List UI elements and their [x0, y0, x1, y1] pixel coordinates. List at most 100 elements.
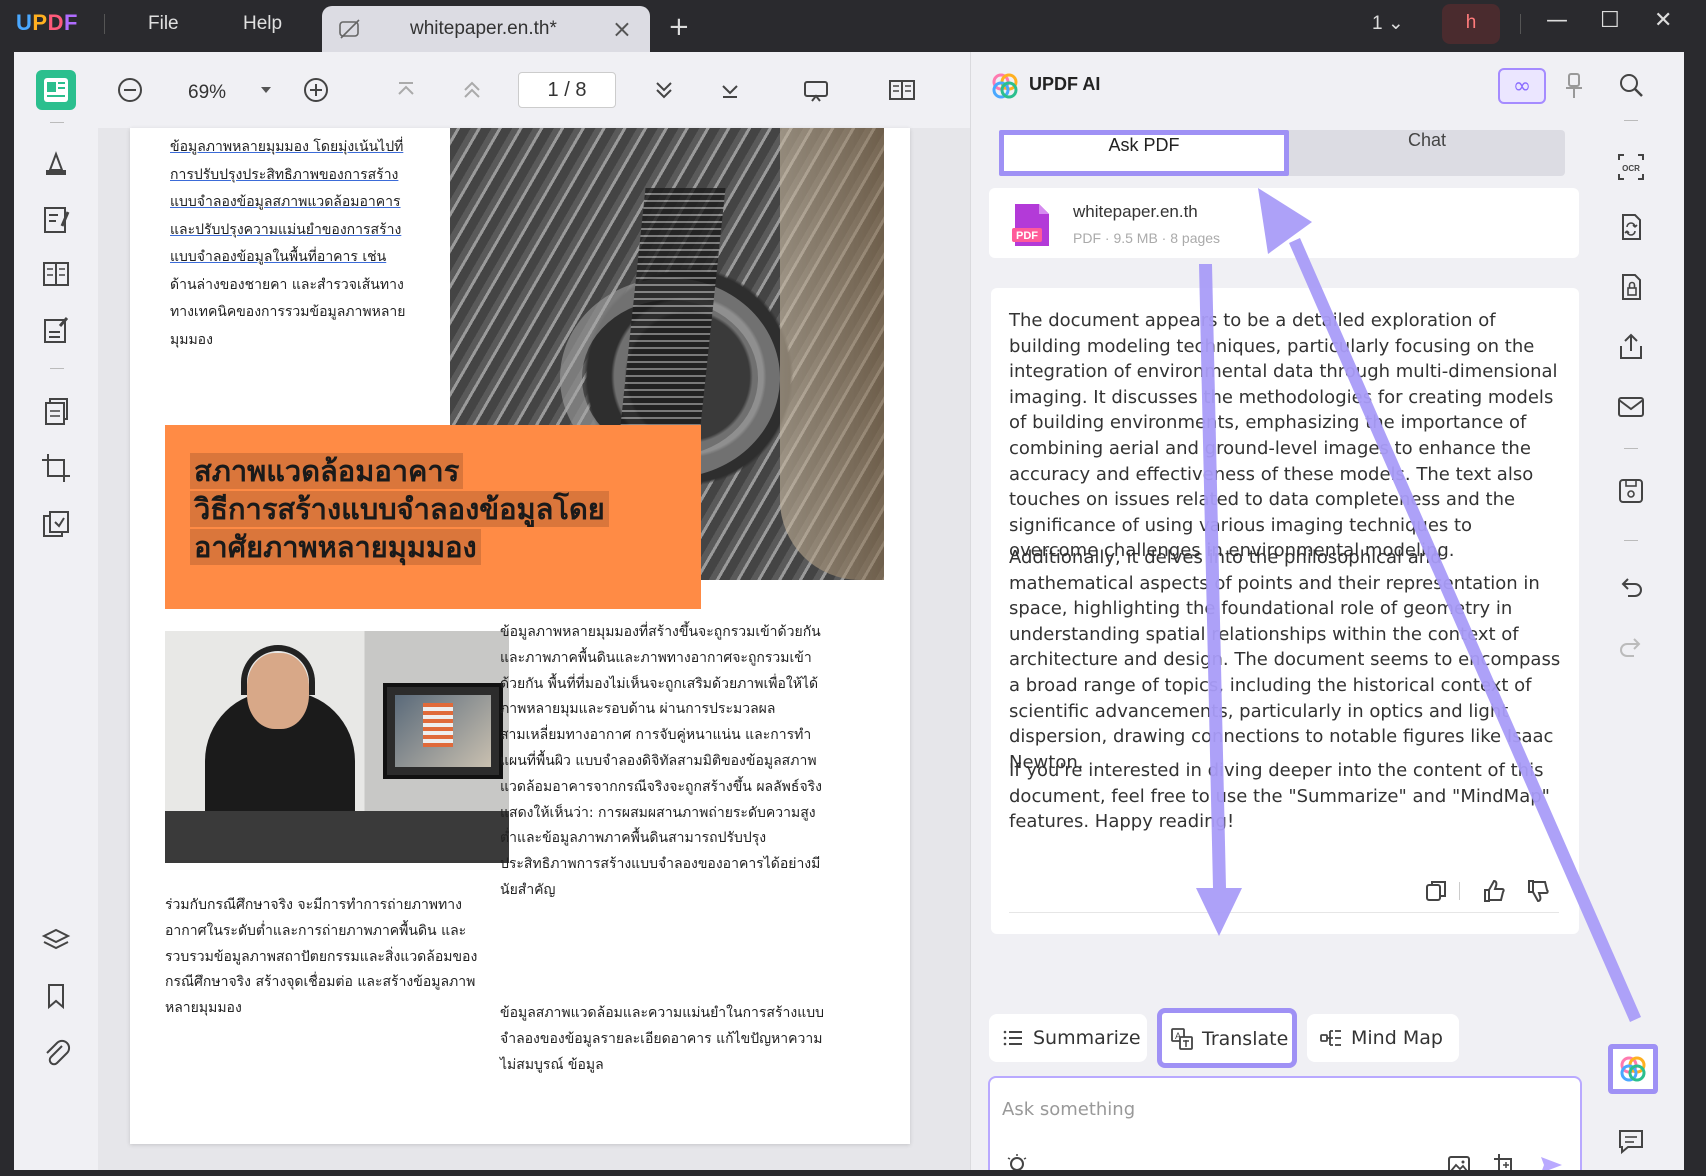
user-avatar[interactable]: h [1442, 4, 1500, 44]
layers-button[interactable] [36, 920, 76, 960]
menu-help[interactable]: Help [243, 13, 282, 35]
paperclip-icon [46, 1039, 71, 1066]
body-paragraph-bottom: ข้อมูลสภาพแวดล้อมและความแม่นยำในการสร้าง… [500, 1005, 824, 1073]
ocr-icon[interactable]: OCR [1616, 152, 1646, 182]
copy-icon[interactable] [1423, 878, 1449, 904]
document-tab[interactable]: whitepaper.en.th* × [322, 6, 650, 52]
pages-icon [45, 398, 68, 425]
file-name: whitepaper.en.th [1073, 202, 1198, 221]
file-card[interactable]: PDF whitepaper.en.th PDF · 9.5 MB · 8 pa… [989, 188, 1579, 258]
tab-close-icon[interactable]: × [612, 15, 632, 43]
pdf-page: ข้อมูลภาพหลายมุมมอง โดยมุ่งเน้นไปที่ การ… [130, 128, 910, 1144]
mail-icon[interactable] [1616, 392, 1646, 422]
tab-ask-pdf[interactable]: Ask PDF [999, 130, 1289, 176]
minimize-button[interactable]: — [1546, 8, 1568, 33]
ai-panel: UPDF AI ∞ Ask PDF Chat PDF whitepaper.en… [971, 52, 1588, 1176]
edit-text-icon [44, 207, 70, 233]
undo-icon[interactable] [1616, 572, 1646, 602]
file-meta: PDF · 9.5 MB · 8 pages [1073, 230, 1221, 246]
convert-icon[interactable] [1616, 212, 1646, 242]
pdf-tools-button[interactable] [36, 504, 76, 544]
new-tab-button[interactable]: + [668, 12, 690, 42]
document-toolbar: 69% 1 / 8 [98, 52, 970, 128]
thumbs-down-icon[interactable] [1525, 878, 1551, 904]
title-separator [104, 14, 105, 34]
answer-paragraph-1: The document appears to be a detailed ex… [1009, 310, 1558, 562]
search-icon[interactable] [1616, 70, 1646, 100]
crop-pages-button[interactable] [36, 448, 76, 488]
page-layout-icon[interactable] [886, 74, 918, 106]
window-count-dropdown[interactable]: 1 ⌄ [1372, 12, 1404, 35]
section-heading-box: สภาพแวดล้อมอาคาร วิธีการสร้างแบบจำลองข้อ… [165, 425, 701, 609]
menu-file[interactable]: File [148, 13, 179, 35]
summarize-button[interactable]: Summarize [989, 1014, 1147, 1062]
crop-icon [42, 454, 70, 482]
title-bar: UPDF File Help whitepaper.en.th* × + 1 ⌄… [0, 0, 1706, 52]
save-icon[interactable] [1616, 476, 1646, 506]
answer-paragraph-3: If you're interested in diving deeper in… [1009, 760, 1550, 833]
ask-input-box [988, 1076, 1582, 1176]
updf-logo: UPDF [16, 10, 78, 35]
organize-pages-button[interactable] [36, 392, 76, 432]
updf-ai-button[interactable] [1608, 1044, 1658, 1094]
next-page-icon[interactable] [648, 74, 680, 106]
ai-mode-tabs: Ask PDF Chat [999, 130, 1565, 176]
comment-list-icon[interactable] [1616, 1126, 1646, 1156]
translate-button[interactable]: A Translate [1157, 1008, 1297, 1068]
mind-map-icon [1320, 1030, 1341, 1046]
fill-sign-button[interactable] [36, 310, 76, 350]
first-page-icon[interactable] [390, 74, 422, 106]
zoom-dropdown-icon[interactable] [250, 74, 282, 106]
attachments-button[interactable] [36, 1032, 76, 1072]
heading-line-3: อาศัยภาพหลายมุมมอง [190, 529, 481, 565]
tab-chat[interactable]: Chat [1289, 130, 1565, 176]
body-paragraph-left: ร่วมกับกรณีศึกษาจริง จะมีการทำการถ่ายภาพ… [165, 897, 478, 1017]
comment-tool-button[interactable] [36, 144, 76, 184]
infinity-icon: ∞ [1512, 74, 1532, 99]
edit-off-icon [339, 19, 360, 39]
stack-icon [43, 511, 69, 537]
designer-photo [165, 631, 509, 863]
page-view-button[interactable] [36, 254, 76, 294]
pdf-file-icon: PDF [1012, 204, 1049, 246]
zoom-level[interactable]: 69% [188, 82, 226, 104]
ask-input[interactable] [1002, 1094, 1562, 1124]
reader-mode-button[interactable] [36, 70, 76, 110]
svg-text:OCR: OCR [1622, 164, 1640, 173]
page-number-input[interactable]: 1 / 8 [518, 72, 616, 108]
left-tool-sidebar [14, 52, 98, 1174]
title-separator [1520, 14, 1521, 34]
two-column-icon [43, 262, 69, 286]
presentation-icon[interactable] [800, 74, 832, 106]
bookmark-icon [48, 984, 64, 1010]
svg-text:PDF: PDF [1016, 230, 1038, 242]
ai-mode-button[interactable]: ∞ [1498, 68, 1546, 104]
bookmarks-button[interactable] [36, 976, 76, 1016]
layers-icon [41, 928, 71, 950]
answer-actions [991, 870, 1579, 910]
zoom-out-icon[interactable] [114, 74, 146, 106]
tab-title: whitepaper.en.th* [410, 18, 557, 39]
thumbs-up-icon[interactable] [1481, 878, 1507, 904]
right-tool-sidebar: OCR [1588, 52, 1684, 1174]
maximize-button[interactable]: ☐ [1600, 8, 1620, 33]
pin-icon[interactable] [1563, 72, 1585, 100]
close-window-button[interactable]: ✕ [1654, 8, 1672, 33]
share-icon[interactable] [1616, 332, 1646, 362]
translate-icon: A [1171, 1028, 1193, 1050]
redo-icon[interactable] [1616, 632, 1646, 662]
updf-ai-icon [1620, 1056, 1646, 1082]
last-page-icon[interactable] [714, 74, 746, 106]
body-paragraph-right: ข้อมูลภาพหลายมุมมองที่สร้างขึ้นจะถูกรวมเ… [500, 624, 823, 898]
reader-icon [44, 78, 68, 102]
mind-map-button[interactable]: Mind Map [1307, 1014, 1459, 1062]
updf-ai-logo-icon [992, 73, 1018, 99]
protect-icon[interactable] [1616, 272, 1646, 302]
zoom-in-icon[interactable] [300, 74, 332, 106]
chevron-down-icon: ⌄ [1387, 13, 1404, 34]
form-icon [44, 317, 69, 343]
previous-page-icon[interactable] [456, 74, 488, 106]
heading-line-2: วิธีการสร้างแบบจำลองข้อมูลโดย [190, 491, 609, 527]
edit-pdf-button[interactable] [36, 200, 76, 240]
answer-paragraph-2: Additionally, it delves into the philoso… [1009, 547, 1561, 773]
